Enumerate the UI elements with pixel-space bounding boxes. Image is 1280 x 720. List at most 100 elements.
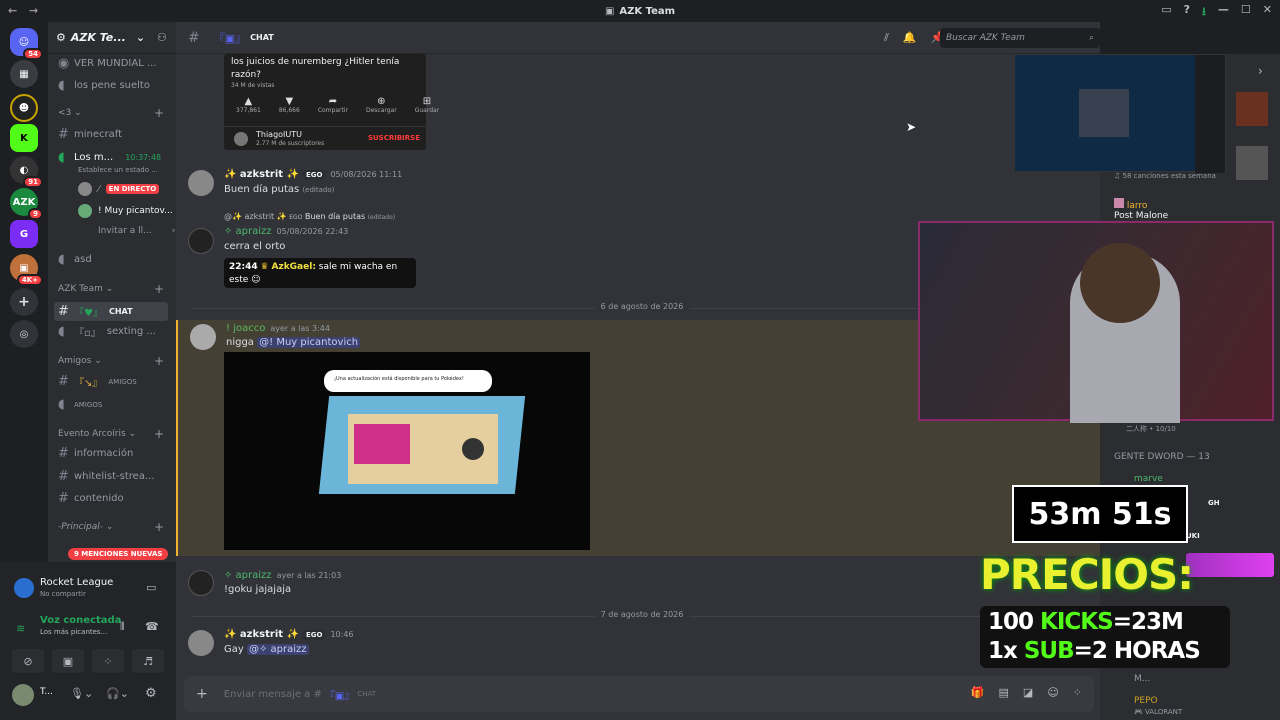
sticker-icon[interactable]: ◪ — [1023, 686, 1033, 699]
search-input[interactable]: Buscar AZK Team ⌕ — [940, 28, 1100, 48]
message-author[interactable]: ✨ azkstrit ✨ EGO 10:46 — [224, 629, 354, 640]
save-button[interactable]: ⊞ Guardar — [415, 96, 439, 114]
member-name[interactable]: M... — [1134, 674, 1150, 684]
soundboard-icon[interactable]: ♬ — [132, 649, 164, 673]
add-channel-icon[interactable]: + — [154, 354, 164, 368]
channel-amigos-1[interactable]: # 『↘』 AMIGOS — [58, 374, 137, 389]
server-icon-4[interactable]: ◐ 91 — [10, 156, 43, 188]
category-azk[interactable]: AZK Team ⌄ — [58, 284, 113, 294]
message-author[interactable]: ✨ azkstrit ✨ EGO 05/08/2026 11:11 — [224, 169, 402, 180]
message-author[interactable]: ! joacco ayer a las 3:44 — [226, 323, 330, 334]
channel-chat[interactable]: # 『♥』 CHAT — [54, 302, 168, 321]
server-header[interactable]: ⚙ AZK Te... ⌄ ⚇ — [48, 22, 176, 54]
download-button[interactable]: ⊕ Descargar — [366, 96, 397, 114]
voice-channel-name[interactable]: Los más picantes... — [40, 628, 107, 636]
avatar[interactable] — [1236, 92, 1268, 126]
help-icon[interactable]: ? — [1184, 3, 1190, 22]
emoji-picker-icon[interactable]: ☺ — [1047, 686, 1058, 699]
avatar[interactable] — [190, 324, 216, 350]
member-name[interactable]: marve — [1134, 474, 1163, 484]
username[interactable]: T... — [40, 687, 53, 697]
voice-user-1[interactable]: ⁄ EN DIRECTO — [78, 182, 160, 196]
voice-connected[interactable]: Voz conectada — [40, 615, 121, 626]
close-button[interactable]: ✕ — [1263, 3, 1272, 22]
invite-icon[interactable]: ⚇ — [157, 31, 167, 44]
member-name[interactable]: PEPO — [1134, 696, 1158, 706]
avatar[interactable] — [12, 684, 34, 706]
share-button[interactable]: ➦ Compartir — [318, 96, 348, 114]
category-amigos[interactable]: Amigos ⌄ — [58, 356, 102, 366]
avatar[interactable] — [1236, 146, 1268, 180]
voice-channel-los[interactable]: ◖ Los m... 10:37:48 — [58, 150, 161, 165]
subscribe-button[interactable]: SUSCRIBIRSE — [368, 134, 420, 142]
screenshot-attachment[interactable]: ¡Una actualización está disponible para … — [224, 352, 590, 550]
gift-icon[interactable]: 🎁 — [971, 686, 985, 699]
member-larro[interactable]: larro — [1114, 198, 1147, 211]
headphones-icon[interactable]: 🎧⌄ — [106, 687, 129, 700]
chevron-right-icon[interactable]: › — [1258, 64, 1263, 78]
noise-suppression-icon[interactable]: ⫴ — [120, 620, 125, 634]
plus-icon[interactable]: + — [196, 686, 208, 702]
like-button[interactable]: ▲ 377,861 — [236, 96, 261, 114]
reply-preview[interactable]: @✨ azkstrit ✨ EGO Buen día putas (editad… — [224, 212, 395, 221]
inbox-icon[interactable]: ▭ — [1161, 3, 1171, 22]
avatar[interactable] — [188, 228, 214, 254]
channel-asd[interactable]: ◖ asd — [58, 252, 92, 267]
channel-contenido[interactable]: # contenido — [58, 491, 124, 506]
download-icon[interactable]: ⭳ — [1202, 3, 1206, 22]
dm-home-icon[interactable]: ☺ 54 — [10, 28, 43, 60]
bell-icon[interactable]: 🔔 — [903, 31, 917, 45]
add-channel-icon[interactable]: + — [154, 106, 164, 120]
server-icon-2[interactable]: ☻ — [10, 94, 38, 122]
message-author[interactable]: ✧ apraizz 05/08/2026 22:43 — [224, 226, 348, 237]
gif-icon[interactable]: ▤ — [999, 686, 1009, 699]
channel-amigos-2[interactable]: ◖ AMIGOS — [58, 397, 102, 412]
voice-status[interactable]: Establece un estado ... — [78, 166, 158, 174]
category-principal[interactable]: -Principal- ⌄ — [58, 522, 113, 532]
channel-minecraft[interactable]: # minecraft — [58, 127, 122, 142]
activities-icon[interactable]: ⁘ — [92, 649, 124, 673]
voice-user-2[interactable]: ! Muy picantov... — [78, 204, 173, 218]
user-mention[interactable]: @✧ apraizz — [246, 644, 309, 655]
microphone-icon[interactable]: 🎙⌄ — [70, 687, 93, 700]
new-mentions-badge[interactable]: 9 MENCIONES NUEVAS — [68, 548, 169, 560]
back-forward-nav[interactable]: ← → — [8, 4, 42, 17]
add-channel-icon[interactable]: + — [154, 282, 164, 296]
camera-off-icon[interactable]: ⊘ — [12, 649, 44, 673]
avatar[interactable] — [188, 570, 214, 596]
explore-icon[interactable]: ◎ — [10, 320, 38, 348]
share-screen-icon[interactable]: ▭ — [146, 581, 156, 594]
add-channel-icon[interactable]: + — [154, 427, 164, 441]
category-3[interactable]: <3 ⌄ — [58, 108, 82, 118]
server-icon-1[interactable]: ▦ — [10, 60, 38, 88]
channel-informacion[interactable]: # información — [58, 446, 133, 461]
message-author[interactable]: ✧ apraizz ayer a las 21:03 — [224, 570, 341, 581]
invite-button[interactable]: Invitar a ll... › — [98, 226, 175, 236]
threads-icon[interactable]: ⫽ — [884, 31, 889, 45]
maximize-button[interactable]: ☐ — [1241, 3, 1251, 22]
avatar[interactable] — [188, 170, 214, 196]
apps-icon[interactable]: ⁘ — [1073, 686, 1082, 699]
disconnect-icon[interactable]: ☎ — [145, 620, 159, 633]
add-server-icon[interactable]: + — [10, 288, 38, 316]
azk-server-icon[interactable]: AZK 9 — [10, 188, 43, 220]
avatar[interactable] — [188, 630, 214, 656]
message-composer[interactable]: + Enviar mensaje a # 『▣』 CHAT 🎁 ▤ ◪ ☺ ⁘ — [184, 676, 1094, 712]
minimize-button[interactable]: — — [1218, 3, 1229, 22]
server-folder-icon[interactable]: ▣ 4K+ — [10, 254, 43, 286]
message-text: !goku jajajaja — [224, 584, 292, 595]
dislike-button[interactable]: ▼ 86,666 — [279, 96, 300, 114]
video-embed[interactable]: los juicios de nuremberg ¿Hitler tenía r… — [224, 54, 439, 150]
kick-server-icon[interactable]: K — [10, 124, 38, 152]
channel-sexting[interactable]: ◖ 『▫』 sexting ... — [58, 324, 156, 339]
channel-whitelist[interactable]: # whitelist-strea... — [58, 469, 155, 484]
channel-ver-mundial[interactable]: ◉ VER MUNDIAL ... — [58, 56, 157, 71]
screen-share-preview[interactable] — [1014, 54, 1226, 173]
channel-los-pene[interactable]: ◖ los pene suelto — [58, 78, 150, 93]
add-channel-icon[interactable]: + — [154, 520, 164, 534]
server-icon-6[interactable]: G — [10, 220, 38, 248]
settings-gear-icon[interactable]: ⚙ — [145, 686, 157, 701]
user-mention[interactable]: @! Muy picantovich — [257, 337, 361, 348]
category-evento[interactable]: Evento Arcoíris ⌄ — [58, 429, 136, 439]
screen-share-icon[interactable]: ▣ — [52, 649, 84, 673]
